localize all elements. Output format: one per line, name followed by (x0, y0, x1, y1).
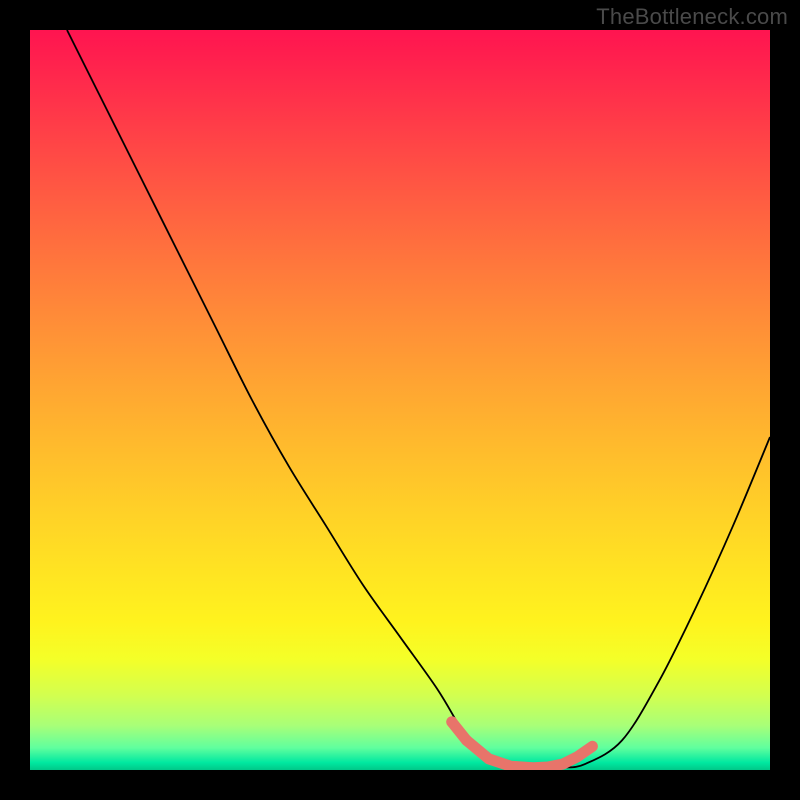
highlight-markers (446, 716, 592, 767)
highlight-dot (446, 716, 457, 727)
highlight-dot (461, 735, 472, 746)
bottleneck-curve-line (67, 30, 770, 770)
highlight-underlay (452, 722, 593, 768)
chart-svg (30, 30, 770, 770)
watermark-text: TheBottleneck.com (596, 4, 788, 30)
chart-plot-area (30, 30, 770, 770)
